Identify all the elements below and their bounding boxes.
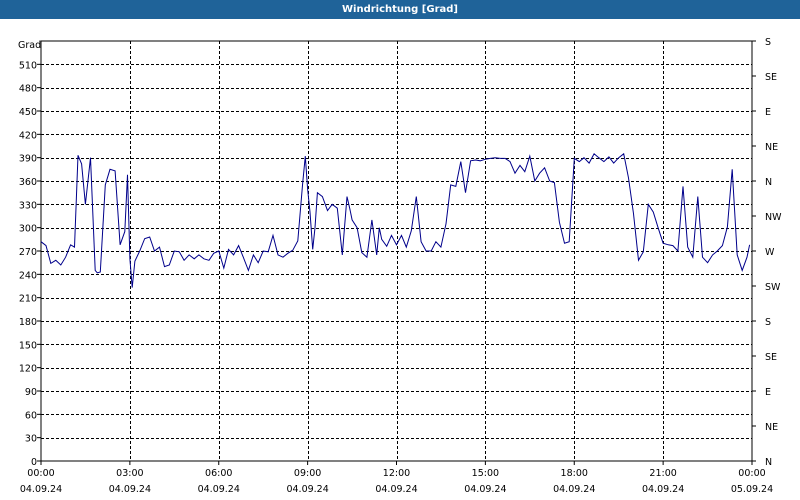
y-axis-right: N NE E SE S SW W NW N NE E SE S: [752, 37, 782, 468]
y-tick-label: 450: [19, 107, 37, 118]
y-axis-left: 0 30 60 90 120 150 180 210 240 270 300 330 360 390 420…: [19, 60, 41, 468]
grid-lines: [41, 41, 752, 461]
x-tick-time-label: 21:00: [649, 468, 676, 479]
x-axis: 00:00 04.09.24 03:00 04.09.24 06:00 04.09.24 0…: [20, 461, 773, 495]
y-tick-label: 270: [19, 247, 37, 258]
x-tick-date-label: 04.09.24: [464, 484, 506, 495]
y-tick-label: 0: [31, 457, 37, 468]
x-tick-date-label: 04.09.24: [375, 484, 417, 495]
x-tick-time-label: 00:00: [738, 468, 765, 479]
y-tick-label: 360: [19, 177, 37, 188]
wind-direction-series-line: [40, 152, 751, 288]
y-tick-label: 510: [19, 60, 37, 71]
x-tick-date-label: 04.09.24: [20, 484, 62, 495]
y-tick-label: 60: [25, 410, 37, 421]
y-tick-label: 30: [25, 434, 37, 445]
compass-direction-label: S: [765, 37, 771, 48]
chart-area: 0 30 60 90 120 150 180 210 240 270 300 330 360 390 420…: [18, 37, 782, 495]
compass-direction-label: SE: [765, 352, 777, 363]
series-layer: [40, 152, 751, 288]
compass-direction-label: N: [765, 177, 772, 188]
x-tick-time-label: 00:00: [27, 468, 54, 479]
x-tick-date-label: 04.09.24: [286, 484, 328, 495]
y-tick-label: 150: [19, 340, 37, 351]
y-tick-label: 390: [19, 154, 37, 165]
compass-direction-label: NE: [765, 142, 778, 153]
y-tick-label: 240: [19, 270, 37, 281]
x-tick-time-label: 15:00: [472, 468, 499, 479]
compass-direction-label: SW: [765, 282, 781, 293]
x-tick-date-label: 04.09.24: [553, 484, 595, 495]
compass-direction-label: E: [765, 107, 771, 118]
y-tick-label: 90: [25, 387, 37, 398]
y-tick-label: 210: [19, 294, 37, 305]
y-tick-label: 330: [19, 200, 37, 211]
y-tick-label: 180: [19, 317, 37, 328]
x-tick-date-label: 05.09.24: [731, 484, 773, 495]
y-tick-label: 480: [19, 84, 37, 95]
compass-direction-label: E: [765, 387, 771, 398]
compass-direction-label: S: [765, 317, 771, 328]
compass-direction-label: W: [765, 247, 775, 258]
compass-direction-label: NW: [765, 212, 782, 223]
y-tick-label: 420: [19, 130, 37, 141]
x-tick-date-label: 04.09.24: [109, 484, 151, 495]
x-tick-time-label: 06:00: [205, 468, 232, 479]
compass-direction-label: SE: [765, 72, 777, 83]
y-tick-label: 120: [19, 364, 37, 375]
x-tick-time-label: 12:00: [383, 468, 410, 479]
compass-direction-label: N: [765, 457, 772, 468]
x-tick-time-label: 09:00: [294, 468, 321, 479]
x-tick-date-label: 04.09.24: [198, 484, 240, 495]
compass-direction-label: NE: [765, 422, 778, 433]
y-tick-label: 300: [19, 224, 37, 235]
y-axis-unit-label: Grad: [18, 40, 41, 51]
x-tick-time-label: 18:00: [561, 468, 588, 479]
x-tick-date-label: 04.09.24: [642, 484, 684, 495]
x-tick-time-label: 03:00: [116, 468, 143, 479]
